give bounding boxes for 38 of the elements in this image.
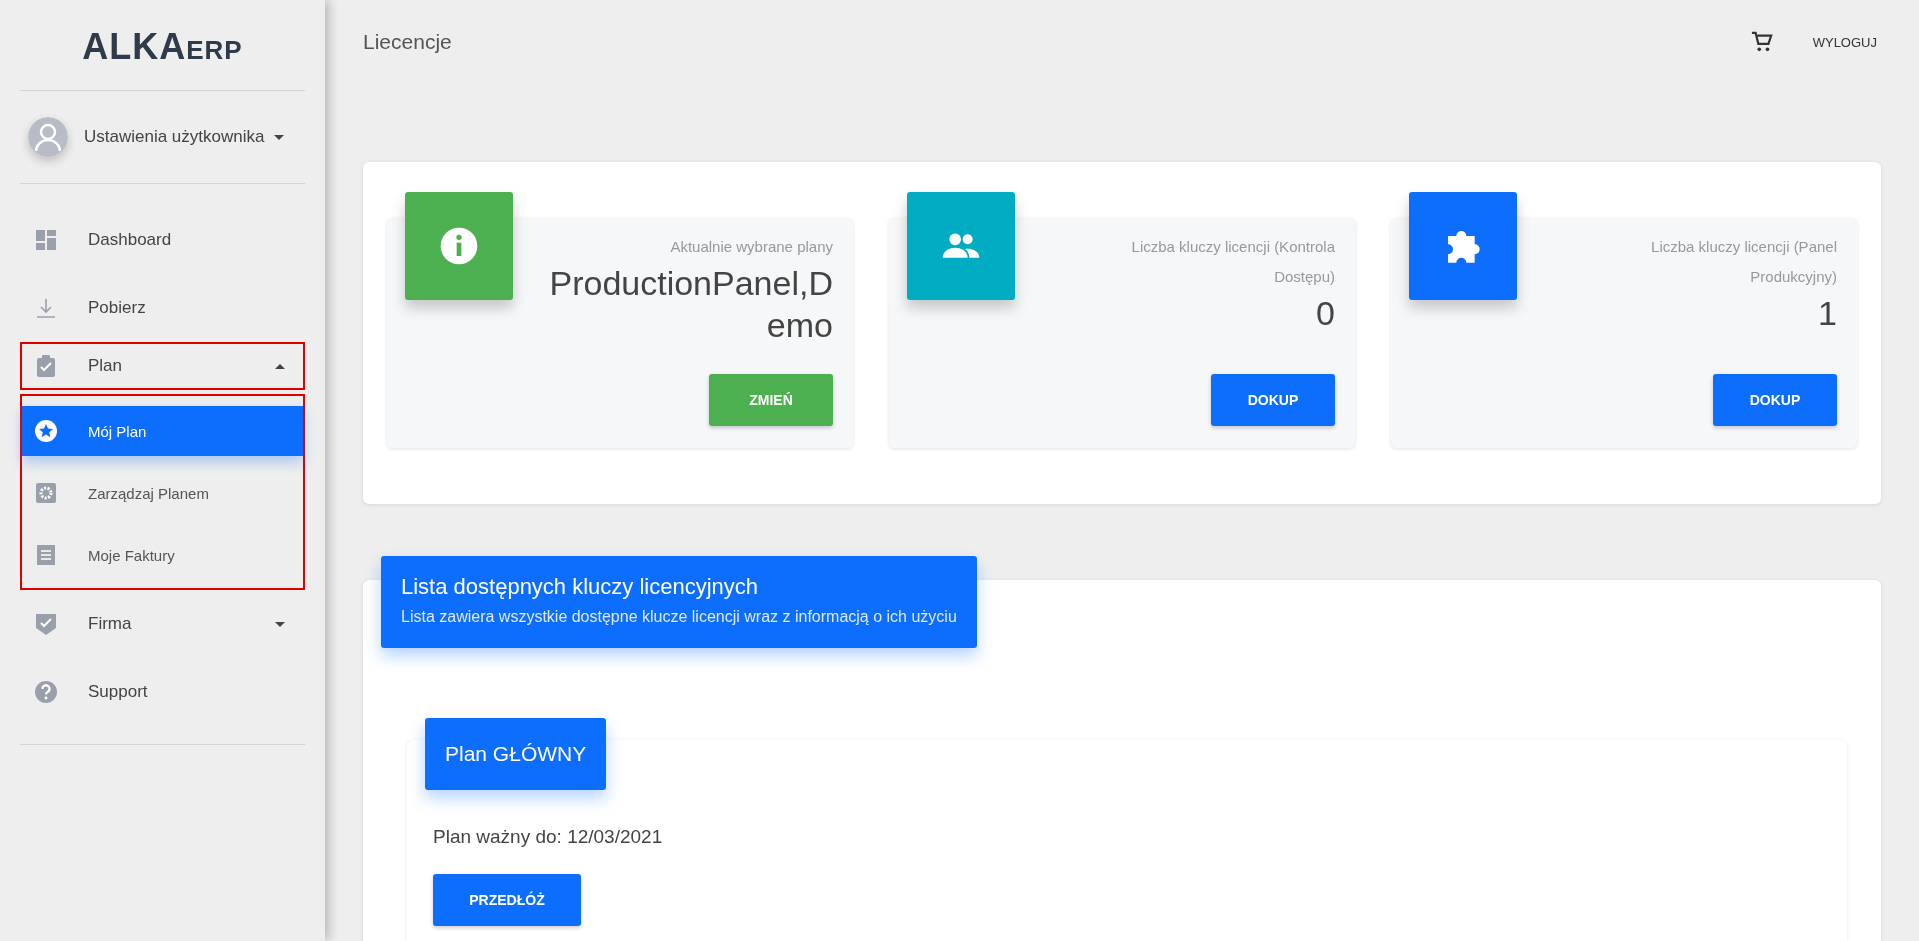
caret-icon[interactable] xyxy=(274,134,285,140)
receipt-icon xyxy=(34,543,58,567)
clipboard-icon xyxy=(34,354,58,378)
logout-button[interactable]: WYLOGUJ xyxy=(1812,34,1877,50)
dashboard-icon xyxy=(34,228,58,252)
info-icon xyxy=(439,226,479,266)
plan-validity: Plan ważny do: 12/03/2021 xyxy=(433,826,664,848)
nav-item[interactable]: Pobierz xyxy=(22,276,303,340)
user-settings-link[interactable]: Ustawienia użytkownika xyxy=(84,127,265,147)
help-icon xyxy=(34,680,58,704)
submenu-item[interactable]: Mój Plan xyxy=(22,406,303,456)
panel-title: Lista dostępnych kluczy licencyjnych xyxy=(401,574,760,600)
logo: ALKAERP xyxy=(81,25,244,69)
submenu-item[interactable]: Zarządzaj Planem xyxy=(22,468,303,518)
stat-caption: Liczba kluczy licencji (Kontrola Dostępu) xyxy=(1130,237,1335,287)
plan-title: Plan GŁÓWNY xyxy=(425,718,607,790)
nav-item[interactable]: Firma xyxy=(22,592,303,656)
nav-item[interactable]: Dashboard xyxy=(22,208,303,272)
stat-caption: Aktualnie wybrane plany xyxy=(669,237,833,257)
shield-icon xyxy=(34,612,58,636)
stat-button[interactable]: DOKUP xyxy=(1211,374,1335,426)
caret-icon[interactable] xyxy=(275,363,285,369)
submenu-item[interactable]: Moje Faktury xyxy=(22,530,303,580)
avatar-icon xyxy=(28,117,68,157)
cart-icon[interactable] xyxy=(1750,31,1773,53)
download-icon xyxy=(34,296,58,320)
panel-subtitle: Lista zawiera wszystkie dostępne klucze licencji wraz z informacją o ich użyciu xyxy=(401,608,957,626)
extend-button[interactable]: PRZEDŁÓŻ xyxy=(433,874,581,926)
stat-caption: Liczba kluczy licencji (Panel Produkcyjny) xyxy=(1650,237,1837,287)
caret-icon[interactable] xyxy=(275,621,285,627)
nav-item[interactable]: Support xyxy=(22,660,303,724)
gear-icon xyxy=(34,481,58,505)
stat-value: 0 xyxy=(1315,293,1335,334)
page-title: Liecencje xyxy=(363,30,453,54)
stat-value: 1 xyxy=(1817,293,1837,334)
stat-value: ProductionPanel,Demo xyxy=(548,263,833,346)
nav-item[interactable]: Plan xyxy=(22,344,303,388)
stat-button[interactable]: DOKUP xyxy=(1713,374,1837,426)
